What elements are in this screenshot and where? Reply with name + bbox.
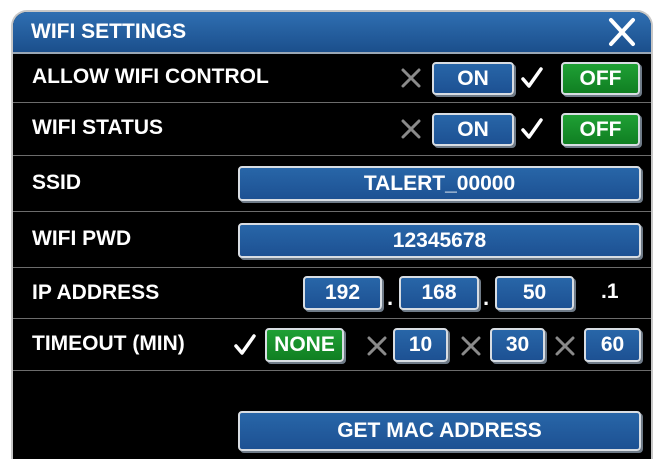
dialog-title: WIFI SETTINGS — [31, 20, 187, 43]
wifi-pwd-label: WIFI PWD — [32, 227, 132, 250]
timeout-30-label: 30 — [505, 333, 530, 356]
get-mac-address-label: GET MAC ADDRESS — [337, 419, 542, 442]
timeout-none-button[interactable]: NONE — [265, 328, 344, 362]
x-icon — [401, 119, 421, 139]
allow-wifi-control-on-button[interactable]: ON — [432, 62, 514, 95]
check-icon — [521, 67, 543, 88]
ssid-label: SSID — [32, 171, 82, 194]
get-mac-address-button[interactable]: GET MAC ADDRESS — [238, 411, 641, 451]
ip-octet-3-value: 50 — [522, 281, 547, 304]
ip-separator: . — [483, 285, 490, 310]
row-wifi-pwd: WIFI PWD 12345678 — [13, 212, 651, 268]
on-label: ON — [457, 66, 489, 90]
ip-separator: . — [387, 285, 394, 310]
row-wifi-status: WIFI STATUS ON OFF — [13, 103, 651, 156]
x-icon — [461, 336, 481, 356]
timeout-30-button[interactable]: 30 — [490, 328, 545, 362]
ip-octet-2-field[interactable]: 168 — [399, 276, 479, 310]
ssid-field[interactable]: TALERT_00000 — [238, 166, 641, 201]
ssid-value: TALERT_00000 — [363, 171, 516, 195]
wifi-status-off-button[interactable]: OFF — [561, 113, 640, 146]
row-ip-address: IP ADDRESS 192 . 168 . 50 .1 — [13, 268, 651, 319]
row-timeout: TIMEOUT (MIN) NONE 10 30 60 — [13, 319, 651, 371]
timeout-10-label: 10 — [408, 333, 433, 356]
timeout-60-button[interactable]: 60 — [584, 328, 641, 362]
on-label: ON — [457, 117, 489, 141]
row-allow-wifi-control: ALLOW WIFI CONTROL ON OFF — [13, 54, 651, 103]
ip-address-label: IP ADDRESS — [32, 281, 160, 304]
timeout-label: TIMEOUT (MIN) — [32, 332, 185, 355]
ip-last-octet: .1 — [601, 280, 619, 303]
ip-octet-3-field[interactable]: 50 — [495, 276, 574, 310]
row-ssid: SSID TALERT_00000 — [13, 156, 651, 212]
check-icon — [234, 334, 256, 355]
x-icon — [555, 336, 575, 356]
allow-wifi-control-label: ALLOW WIFI CONTROL — [32, 65, 269, 88]
check-icon — [521, 118, 543, 139]
ip-octet-2-value: 168 — [421, 281, 457, 304]
wifi-status-label: WIFI STATUS — [32, 116, 164, 139]
timeout-10-button[interactable]: 10 — [393, 328, 448, 362]
timeout-none-label: NONE — [274, 333, 335, 356]
close-icon[interactable] — [607, 17, 637, 47]
timeout-60-label: 60 — [600, 333, 625, 356]
ip-octet-1-value: 192 — [324, 281, 361, 304]
ip-octet-1-field[interactable]: 192 — [303, 276, 382, 310]
x-icon — [367, 336, 387, 356]
wifi-pwd-value: 12345678 — [392, 228, 487, 252]
wifi-pwd-field[interactable]: 12345678 — [238, 223, 641, 258]
wifi-status-on-button[interactable]: ON — [432, 113, 514, 146]
off-label: OFF — [579, 66, 622, 90]
x-icon — [401, 68, 421, 88]
allow-wifi-control-off-button[interactable]: OFF — [561, 62, 640, 95]
wifi-settings-dialog: WIFI SETTINGS ALLOW WIFI CONTROL ON OFF … — [11, 10, 653, 459]
off-label: OFF — [579, 117, 622, 141]
title-bar: WIFI SETTINGS — [13, 12, 651, 54]
